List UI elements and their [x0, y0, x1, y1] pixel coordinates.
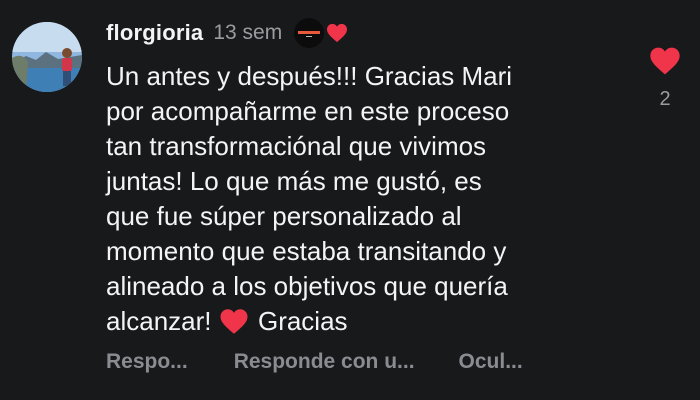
comment-line: Un antes y después!!! Gracias Mari [106, 61, 513, 91]
red-heart-emoji-icon [220, 309, 248, 334]
avatar[interactable] [12, 22, 82, 92]
comment-line: que fue súper personalizado al [106, 201, 462, 231]
like-count[interactable]: 2 [648, 88, 682, 111]
comment-line: tan transformaciónal que vivimos [106, 131, 487, 161]
comment-line: juntas! Lo que más me gustó, es [106, 166, 482, 196]
comment-line: por acompañarme en este proceso [106, 96, 510, 126]
creator-avatar [294, 18, 325, 48]
username[interactable]: florgioria [106, 20, 203, 46]
reply-button[interactable]: Respo... [106, 350, 188, 374]
like-column: 2 [648, 46, 682, 111]
reply-with-button[interactable]: Responde con u... [234, 350, 415, 374]
hide-button[interactable]: Ocul... [459, 350, 523, 374]
avatar-image [12, 22, 82, 92]
comment-line: alineado a los objetivos que quería [106, 271, 508, 301]
timestamp: 13 sem [213, 21, 283, 44]
comment-line: Gracias [257, 306, 348, 336]
comment-line: momento que estaba transitando y [106, 236, 507, 266]
comment-header: florgioria 13 sem [106, 18, 352, 48]
creator-liked-badge [294, 18, 352, 48]
creator-heart-icon [327, 23, 348, 43]
heart-icon[interactable] [649, 46, 681, 76]
comment-actions: Respo... Responde con u... Ocul... [106, 350, 523, 374]
comment-line: alcanzar! [106, 306, 212, 336]
comment-text: Un antes y después!!! Gracias Mari por a… [106, 59, 626, 339]
